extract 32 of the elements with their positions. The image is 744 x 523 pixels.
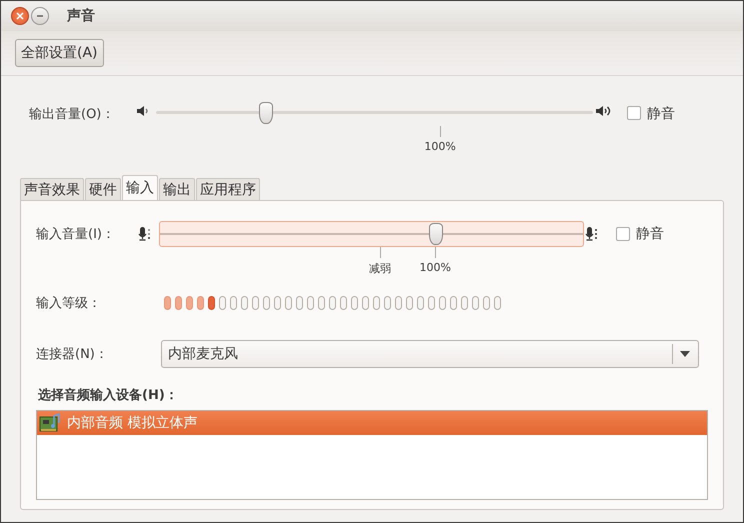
mute-label: 静音 (647, 105, 675, 123)
input-volume-label: 输入音量(I)： (36, 226, 116, 243)
dropdown-arrow-icon (680, 351, 690, 357)
mute-checkbox[interactable] (616, 227, 630, 241)
tick-label: 100% (424, 140, 456, 153)
tab[interactable]: 应用程序 (196, 178, 260, 200)
sound-card-icon (39, 413, 61, 433)
slider-thumb[interactable] (428, 223, 443, 245)
device-list-heading: 选择音频输入设备(H)： (38, 386, 179, 404)
speaker-high-icon (595, 105, 613, 117)
close-button[interactable] (11, 7, 29, 25)
tick-label: 100% (420, 261, 451, 274)
all-settings-button[interactable]: 全部设置(A) (15, 39, 104, 67)
output-volume-label: 输出音量(O)： (29, 106, 116, 123)
tab[interactable]: 硬件 (85, 178, 121, 200)
minimize-button[interactable] (31, 7, 49, 25)
input-volume-slider[interactable] (159, 221, 584, 247)
slider-thumb[interactable] (259, 102, 274, 124)
connector-dropdown[interactable]: 内部麦克风 (161, 340, 699, 368)
tab[interactable]: 输入 (122, 175, 158, 200)
microphone-icon (585, 226, 599, 242)
microphone-icon (138, 226, 152, 242)
tab[interactable]: 输出 (159, 178, 195, 200)
output-volume-slider[interactable]: 100% (156, 102, 593, 150)
close-icon (16, 12, 24, 20)
mute-checkbox[interactable] (627, 106, 641, 120)
mute-label: 静音 (636, 225, 664, 243)
tab[interactable]: 声音效果 (20, 178, 84, 200)
tick-label: 减弱 (369, 261, 391, 276)
connector-label: 连接器(N)： (36, 346, 109, 363)
window-title: 声音 (67, 7, 95, 25)
input-level-label: 输入等级： (36, 295, 102, 312)
